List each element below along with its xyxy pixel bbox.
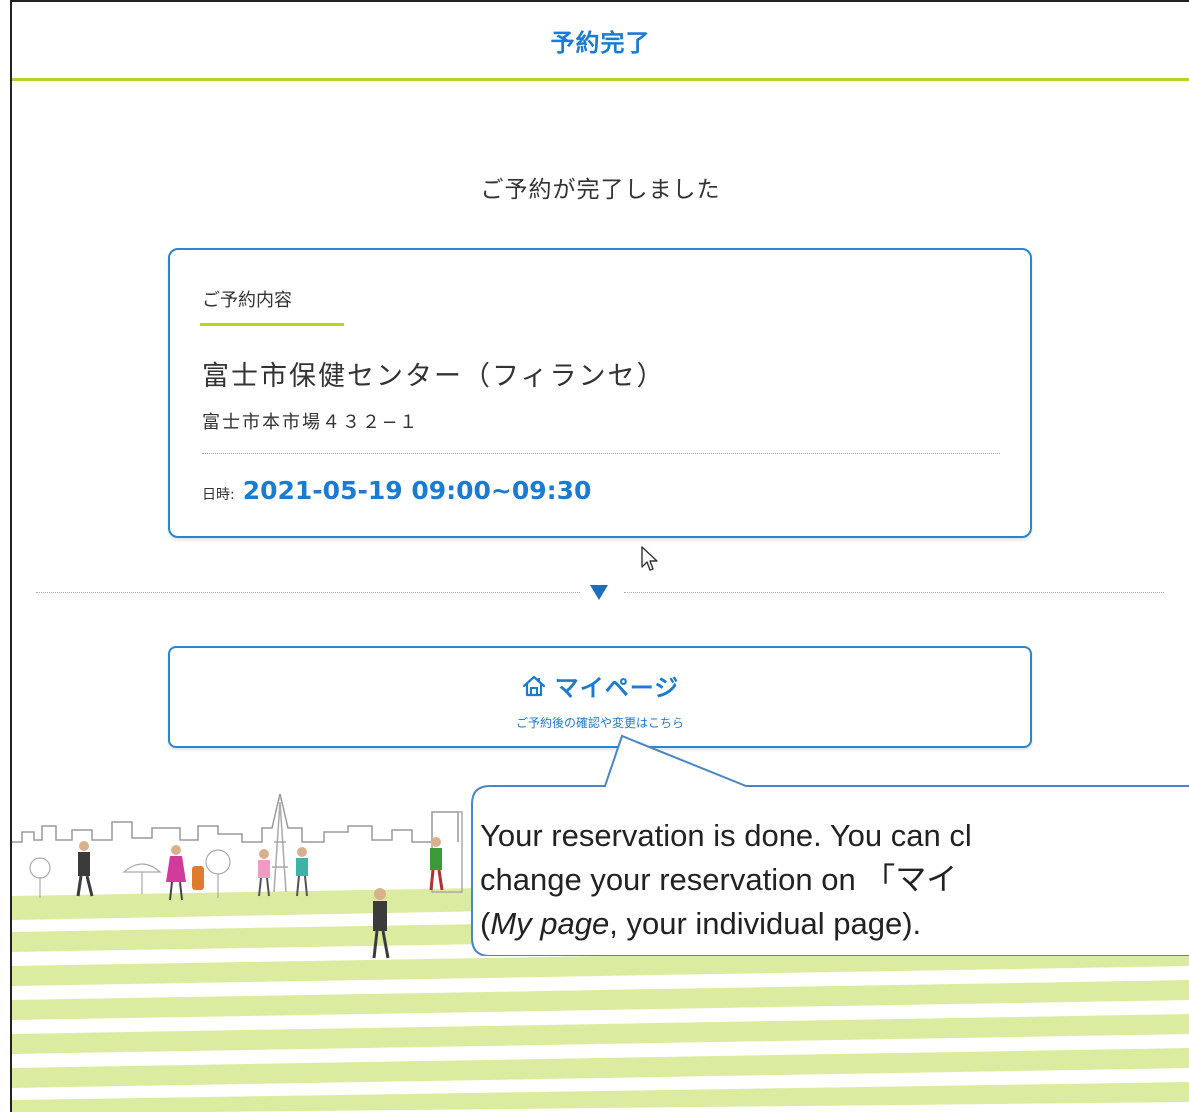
reservation-card: ご予約内容 富士市保健センター（フィランセ） 富士市本市場４３２−１ 日時: 2… [168, 248, 1032, 538]
separator-right [624, 592, 1164, 593]
mypage-button-label: マイページ [554, 674, 680, 702]
separator-left [36, 592, 580, 593]
annotation-line-3: (My page, your individual page). [480, 902, 1189, 946]
mouse-cursor-icon [641, 546, 658, 571]
annotation-line-3-open: ( [480, 906, 491, 941]
annotation-text: Your reservation is done. You can cl cha… [480, 814, 1189, 946]
completion-message: ご予約が完了しました [480, 177, 721, 203]
card-divider [202, 453, 1000, 454]
mypage-title-row: マイページ [170, 668, 1030, 703]
page-header: 予約完了 [12, 2, 1189, 81]
annotation-line-1: Your reservation is done. You can cl [480, 818, 972, 853]
label-underline [200, 323, 344, 326]
annotation-mypage-term: My page [490, 906, 610, 941]
datetime-label: 日時: [202, 487, 235, 503]
annotation-line-3-rest: , your individual page). [609, 906, 922, 941]
browser-viewport: 予約完了 ご予約が完了しました ご予約内容 富士市保健センター（フィランセ） 富… [10, 0, 1189, 1112]
datetime-value: 2021-05-19 09:00~09:30 [242, 476, 592, 505]
facility-address: 富士市本市場４３２−１ [202, 412, 420, 433]
annotation-line-2: change your reservation on 「マイ [480, 862, 958, 897]
facility-name: 富士市保健センター（フィランセ） [202, 361, 666, 392]
down-arrow-icon [590, 585, 608, 600]
reservation-datetime: 日時: 2021-05-19 09:00~09:30 [202, 476, 591, 505]
home-icon [522, 675, 545, 696]
reservation-card-label: ご予約内容 [202, 290, 292, 311]
page-title: 予約完了 [550, 28, 651, 57]
